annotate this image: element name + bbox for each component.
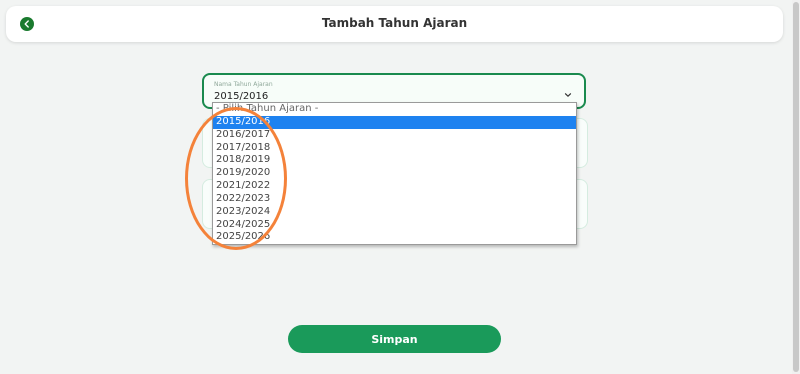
save-button[interactable]: Simpan [288, 325, 501, 353]
scrollbar-thumb[interactable] [793, 2, 799, 372]
dropdown-option[interactable]: 2015/2016 [213, 115, 576, 129]
dropdown-option[interactable]: 2022/2023 [213, 193, 576, 206]
dropdown-option[interactable]: 2024/2025 [213, 219, 576, 232]
page-scrollbar[interactable] [792, 0, 800, 374]
dropdown-option[interactable]: 2019/2020 [213, 167, 576, 180]
dropdown-option[interactable]: 2016/2017 [213, 129, 576, 142]
year-select-value: 2015/2016 [214, 91, 269, 102]
dropdown-option[interactable]: 2017/2018 [213, 142, 576, 155]
dropdown-option[interactable]: 2025/2026 [213, 231, 576, 244]
dropdown-option[interactable]: 2021/2022 [213, 180, 576, 193]
header-bar: Tambah Tahun Ajaran [6, 6, 783, 42]
dropdown-option[interactable]: 2023/2024 [213, 206, 576, 219]
year-select-label: Nama Tahun Ajaran [214, 81, 273, 88]
dropdown-option-placeholder[interactable]: - Pilih Tahun Ajaran - [213, 103, 576, 116]
page-title: Tambah Tahun Ajaran [321, 16, 468, 30]
dropdown-option[interactable]: 2018/2019 [213, 154, 576, 167]
chevron-down-icon [564, 93, 572, 97]
year-dropdown-list[interactable]: - Pilih Tahun Ajaran -2015/2016 2016/2017… [212, 102, 577, 245]
